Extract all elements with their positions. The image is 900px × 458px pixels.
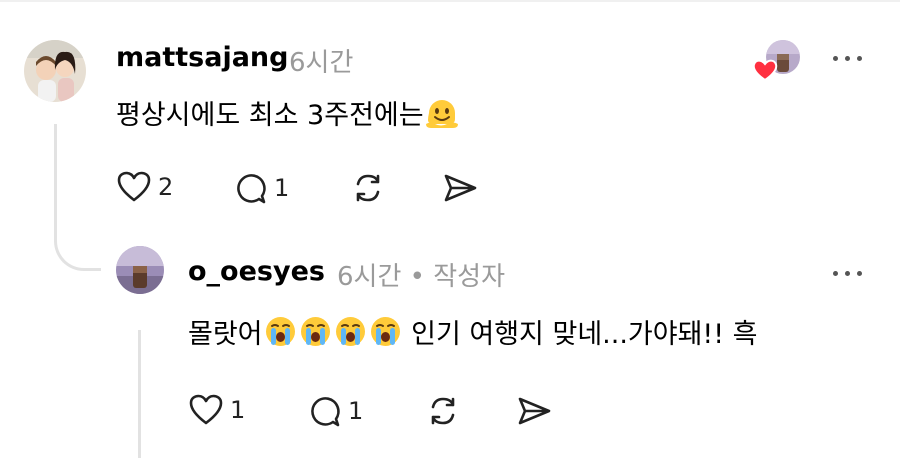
like-count: 2 bbox=[158, 173, 174, 201]
username[interactable]: mattsajang bbox=[116, 42, 288, 73]
loudly-crying-face-icon bbox=[299, 315, 332, 355]
heart-badge-icon bbox=[752, 58, 778, 82]
reply-text-after: 인기 여행지 맞네...가야돼!! 흑 bbox=[402, 319, 758, 350]
comment-text: 평상시에도 최소 3주전에는 bbox=[116, 93, 460, 136]
comment-icon bbox=[237, 174, 266, 204]
loudly-crying-face-icon bbox=[369, 315, 402, 355]
avatar[interactable] bbox=[24, 40, 86, 102]
loudly-crying-face-icon bbox=[264, 315, 297, 355]
reply-button[interactable]: 1 bbox=[306, 393, 363, 429]
share-button[interactable] bbox=[442, 170, 478, 206]
like-button[interactable]: 2 bbox=[116, 170, 173, 204]
reply-count: 1 bbox=[274, 174, 290, 202]
repost-button[interactable] bbox=[425, 393, 461, 429]
like-button[interactable]: 1 bbox=[188, 393, 245, 427]
share-button[interactable] bbox=[516, 393, 552, 429]
send-icon bbox=[518, 397, 551, 425]
repost-icon bbox=[431, 397, 455, 425]
comment-text-content: 평상시에도 최소 3주전에는 bbox=[116, 100, 424, 131]
timestamp: 6시간 bbox=[289, 48, 354, 78]
more-options-icon[interactable] bbox=[833, 268, 863, 278]
repost-icon bbox=[356, 174, 380, 202]
heart-icon bbox=[189, 394, 223, 425]
more-options-icon[interactable] bbox=[833, 53, 863, 63]
top-divider bbox=[0, 0, 900, 2]
melting-face-icon bbox=[425, 97, 459, 136]
reply-count: 1 bbox=[348, 397, 364, 425]
send-icon bbox=[444, 174, 477, 202]
crying-emojis bbox=[263, 317, 403, 350]
heart-icon bbox=[117, 171, 151, 202]
repost-button[interactable] bbox=[350, 170, 386, 206]
timestamp-author: 6시간 • 작성자 bbox=[337, 262, 506, 292]
username[interactable]: o_oesyes bbox=[188, 256, 325, 287]
comment-icon bbox=[311, 397, 340, 427]
avatar[interactable] bbox=[116, 246, 164, 294]
reply-button[interactable]: 1 bbox=[232, 170, 289, 206]
reply-text: 몰랏어 인기 여행지 맞네...가야돼!! 흑 bbox=[188, 312, 758, 355]
loudly-crying-face-icon bbox=[334, 315, 367, 355]
reply-text-before: 몰랏어 bbox=[188, 319, 263, 350]
thread-connector bbox=[54, 232, 101, 271]
like-count: 1 bbox=[230, 396, 246, 424]
thread-line bbox=[138, 330, 141, 458]
thread-line bbox=[54, 124, 57, 242]
